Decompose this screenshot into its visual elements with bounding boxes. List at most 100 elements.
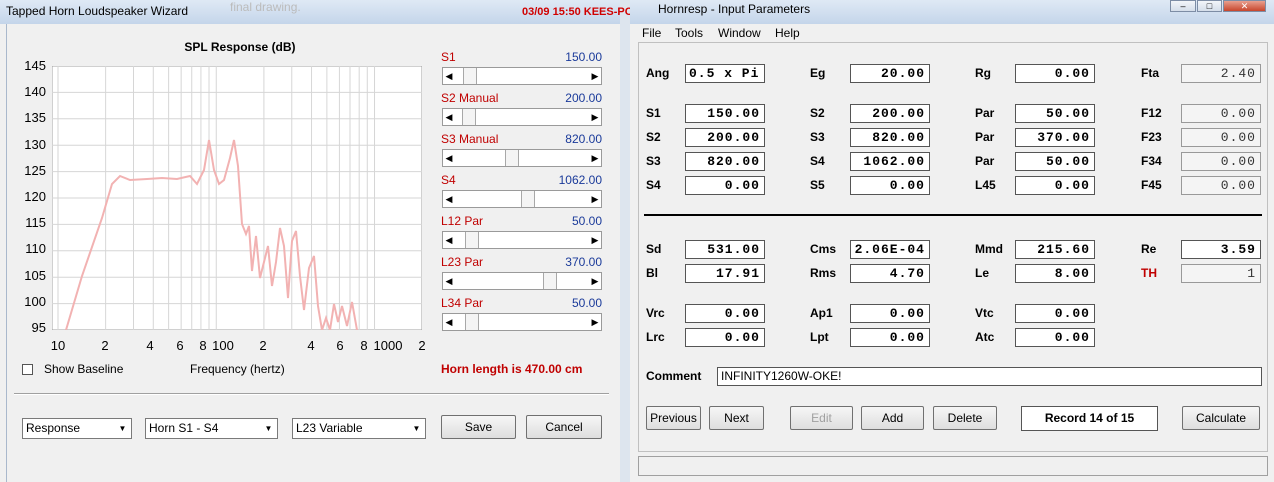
save-button[interactable]: Save (441, 415, 516, 439)
calculate-button[interactable]: Calculate (1182, 406, 1260, 430)
x-tick-label: 2 (259, 338, 267, 353)
chevron-left-icon[interactable]: ◀ (443, 314, 455, 330)
parameter-slider[interactable]: ◀ ▶ (442, 231, 602, 249)
param-field-s1-a[interactable]: 150.00 (685, 104, 765, 123)
cancel-button[interactable]: Cancel (526, 415, 602, 439)
param-field-sd[interactable]: 531.00 (685, 240, 765, 259)
param-field-fta[interactable]: 2.40 (1181, 64, 1261, 83)
menu-help[interactable]: Help (775, 26, 800, 40)
menu-tools[interactable]: Tools (675, 26, 703, 40)
parameter-slider[interactable]: ◀ ▶ (442, 149, 602, 167)
add-button[interactable]: Add (861, 406, 924, 430)
chevron-left-icon[interactable]: ◀ (443, 191, 455, 207)
view-combo[interactable]: Response ▼ (22, 418, 132, 439)
chevron-right-icon[interactable]: ▶ (589, 314, 601, 330)
horn-combo[interactable]: Horn S1 - S4 ▼ (145, 418, 278, 439)
slider-thumb[interactable] (464, 232, 479, 248)
chevron-right-icon[interactable]: ▶ (589, 68, 601, 84)
param-field-atc[interactable]: 0.00 (1015, 328, 1095, 347)
param-field-par-1[interactable]: 50.00 (1015, 104, 1095, 123)
param-field-lrc[interactable]: 0.00 (685, 328, 765, 347)
chevron-right-icon[interactable]: ▶ (589, 191, 601, 207)
horn-combo-value: Horn S1 - S4 (149, 421, 219, 435)
parameter-slider[interactable]: ◀ ▶ (442, 272, 602, 290)
next-button[interactable]: Next (709, 406, 764, 430)
param-field-vrc[interactable]: 0.00 (685, 304, 765, 323)
chevron-right-icon[interactable]: ▶ (589, 232, 601, 248)
param-label-ang: Ang (646, 66, 670, 80)
param-label-s4: S4 (646, 178, 661, 192)
param-field-f12[interactable]: 0.00 (1181, 104, 1261, 123)
param-field-eg[interactable]: 20.00 (850, 64, 930, 83)
chevron-down-icon[interactable]: ▼ (409, 420, 424, 437)
minimize-icon[interactable]: – (1170, 0, 1196, 12)
param-field-s3-c[interactable]: 820.00 (685, 152, 765, 171)
param-label-f45: F45 (1141, 178, 1162, 192)
param-field-s4-c[interactable]: 1062.00 (850, 152, 930, 171)
chevron-left-icon[interactable]: ◀ (443, 273, 455, 289)
menu-file[interactable]: File (642, 26, 661, 40)
param-field-re[interactable]: 3.59 (1181, 240, 1261, 259)
param-field-l45[interactable]: 0.00 (1015, 176, 1095, 195)
edit-button[interactable]: Edit (790, 406, 853, 430)
param-field-th[interactable]: 1 (1181, 264, 1261, 283)
slider-thumb[interactable] (462, 109, 477, 125)
param-label-th: TH (1141, 266, 1157, 280)
show-baseline-checkbox[interactable] (22, 364, 33, 375)
chevron-right-icon[interactable]: ▶ (589, 273, 601, 289)
status-bar (638, 456, 1268, 476)
chevron-left-icon[interactable]: ◀ (443, 232, 455, 248)
slider-thumb[interactable] (464, 314, 479, 330)
slider-thumb[interactable] (542, 273, 557, 289)
param-field-f34[interactable]: 0.00 (1181, 152, 1261, 171)
param-field-s3-b[interactable]: 820.00 (850, 128, 930, 147)
param-field-f45[interactable]: 0.00 (1181, 176, 1261, 195)
param-field-le[interactable]: 8.00 (1015, 264, 1095, 283)
variable-combo[interactable]: L23 Variable ▼ (292, 418, 426, 439)
maximize-icon[interactable]: □ (1197, 0, 1222, 12)
param-field-s2-b[interactable]: 200.00 (685, 128, 765, 147)
slider-value: 200.00 (565, 91, 602, 105)
chevron-down-icon[interactable]: ▼ (261, 420, 276, 437)
comment-input[interactable]: INFINITY1260W-OKE! (717, 367, 1262, 386)
param-field-par-2[interactable]: 370.00 (1015, 128, 1095, 147)
close-icon[interactable]: ✕ (1223, 0, 1266, 12)
chevron-down-icon[interactable]: ▼ (115, 420, 130, 437)
chevron-right-icon[interactable]: ▶ (589, 150, 601, 166)
slider-thumb[interactable] (505, 150, 520, 166)
param-field-s4-d[interactable]: 0.00 (685, 176, 765, 195)
param-field-rms[interactable]: 4.70 (850, 264, 930, 283)
parameter-slider[interactable]: ◀ ▶ (442, 108, 602, 126)
slider-value: 370.00 (565, 255, 602, 269)
slider-thumb[interactable] (521, 191, 535, 207)
slider-thumb[interactable] (463, 68, 478, 84)
chart-title: SPL Response (dB) (184, 40, 296, 54)
input-titlebar[interactable]: Hornresp - Input Parameters – □ ✕ (630, 0, 1274, 24)
chevron-left-icon[interactable]: ◀ (443, 68, 455, 84)
parameter-slider[interactable]: ◀ ▶ (442, 67, 602, 85)
param-field-ap1[interactable]: 0.00 (850, 304, 930, 323)
param-field-s5[interactable]: 0.00 (850, 176, 930, 195)
parameter-slider[interactable]: ◀ ▶ (442, 190, 602, 208)
menu-window[interactable]: Window (718, 26, 761, 40)
param-label-fta: Fta (1141, 66, 1159, 80)
chevron-left-icon[interactable]: ◀ (443, 109, 455, 125)
x-tick-label: 2 (418, 338, 426, 353)
parameter-slider[interactable]: ◀ ▶ (442, 313, 602, 331)
param-field-bl[interactable]: 17.91 (685, 264, 765, 283)
param-field-f23[interactable]: 0.00 (1181, 128, 1261, 147)
chevron-right-icon[interactable]: ▶ (589, 109, 601, 125)
param-field-rg[interactable]: 0.00 (1015, 64, 1095, 83)
param-field-mmd[interactable]: 215.60 (1015, 240, 1095, 259)
chevron-left-icon[interactable]: ◀ (443, 150, 455, 166)
param-label-sd: Sd (646, 242, 662, 256)
delete-button[interactable]: Delete (933, 406, 997, 430)
param-field-s2-a[interactable]: 200.00 (850, 104, 930, 123)
param-field-cms[interactable]: 2.06E-04 (850, 240, 930, 259)
param-field-ang[interactable]: 0.5 x Pi (685, 64, 765, 83)
param-label-rg: Rg (975, 66, 991, 80)
previous-button[interactable]: Previous (646, 406, 701, 430)
param-field-par-3[interactable]: 50.00 (1015, 152, 1095, 171)
param-field-vtc[interactable]: 0.00 (1015, 304, 1095, 323)
param-field-lpt[interactable]: 0.00 (850, 328, 930, 347)
